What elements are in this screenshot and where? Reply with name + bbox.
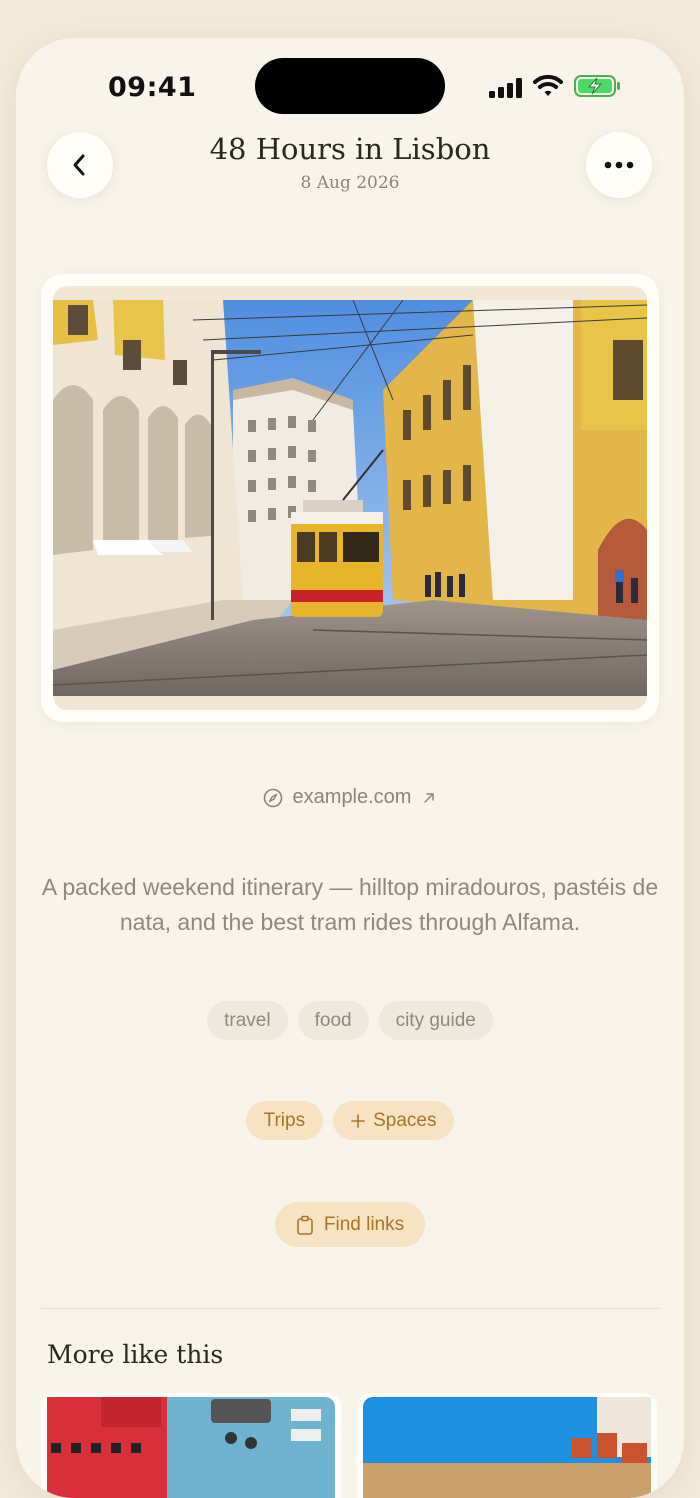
tag-list: travel food city guide [16, 1001, 684, 1040]
add-to-spaces-button[interactable]: Spaces [333, 1101, 455, 1140]
tag-chip[interactable]: food [297, 1001, 369, 1040]
dynamic-island [255, 58, 445, 114]
space-chip-label: Trips [263, 1110, 306, 1131]
source-link[interactable]: example.com [16, 786, 684, 809]
tag-chip[interactable]: city guide [378, 1001, 493, 1040]
more-options-button[interactable] [586, 132, 652, 198]
clipboard-icon [297, 1215, 313, 1235]
plus-icon [351, 1113, 365, 1128]
related-card[interactable] [41, 1393, 341, 1498]
add-to-spaces-label: Spaces [373, 1110, 437, 1131]
preview-image-frame [53, 286, 647, 710]
link-preview-card[interactable] [41, 274, 659, 722]
battery-charging-icon [574, 75, 620, 97]
compass-icon [263, 788, 282, 807]
section-divider [41, 1308, 659, 1309]
page-date: 8 Aug 2026 [300, 173, 400, 193]
related-card[interactable] [357, 1393, 657, 1498]
more-icon [604, 161, 634, 169]
page-title: 48 Hours in Lisbon [209, 132, 491, 166]
space-chip-trips[interactable]: Trips [245, 1101, 324, 1140]
status-time: 09:41 [108, 72, 197, 103]
lisbon-tram-photo [53, 300, 647, 696]
source-domain: example.com [292, 786, 412, 808]
wifi-icon [533, 74, 563, 96]
cellular-signal-icon [489, 78, 522, 98]
more-like-this-heading: More like this [47, 1340, 224, 1369]
related-porto-photo [363, 1397, 651, 1498]
description: A packed weekend itinerary — hilltop mir… [41, 874, 659, 935]
related-diner-photo [47, 1397, 335, 1498]
arrow-up-right-icon [424, 792, 435, 803]
tag-chip[interactable]: travel [207, 1001, 288, 1040]
spaces-row: Trips Spaces [16, 1101, 684, 1140]
find-links-button[interactable]: Find links [275, 1202, 425, 1247]
phone-screen: 09:41 48 Hours in Lisbon 8 Aug 2026 exam… [16, 38, 684, 1498]
find-links-label: Find links [323, 1213, 405, 1235]
